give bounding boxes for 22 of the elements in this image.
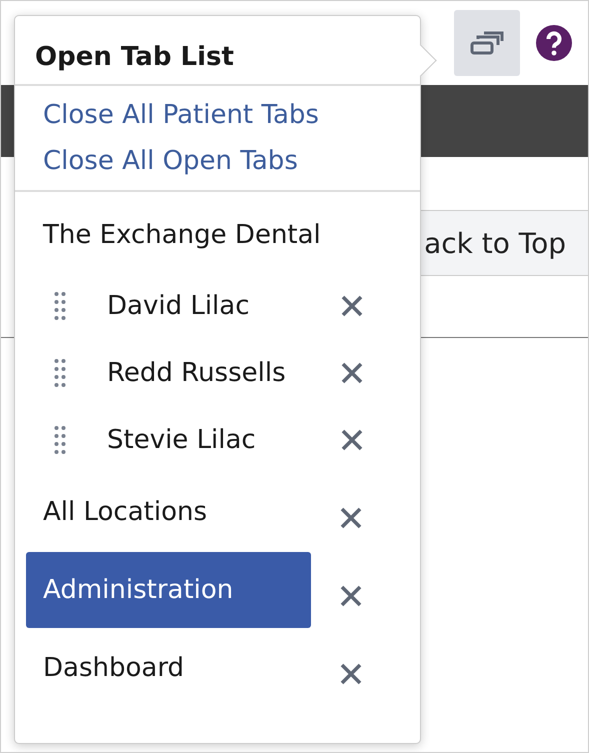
help-icon[interactable] — [536, 25, 572, 61]
open-tab[interactable]: All Locations — [26, 474, 311, 550]
close-tabs-link[interactable]: Close All Open Tabs — [43, 146, 298, 176]
patient-tab[interactable]: Redd Russells — [107, 358, 341, 388]
close-icon[interactable] — [340, 585, 362, 607]
stacked-windows-icon — [470, 31, 504, 55]
drag-handle-icon[interactable] — [54, 290, 66, 320]
tabs-button[interactable] — [454, 10, 520, 76]
open-tab[interactable]: Dashboard — [26, 630, 311, 706]
popover-title: Open Tab List — [15, 16, 420, 86]
location-label: The Exchange Dental — [43, 220, 321, 250]
drag-handle-icon[interactable] — [54, 424, 66, 454]
open-tab[interactable]: Administration — [26, 552, 311, 628]
patient-tab[interactable]: David Lilac — [107, 290, 341, 320]
close-tabs-link[interactable]: Close All Patient Tabs — [43, 100, 319, 130]
close-icon[interactable] — [341, 428, 363, 450]
drag-handle-icon[interactable] — [54, 358, 66, 388]
close-icon[interactable] — [341, 294, 363, 316]
close-icon[interactable] — [340, 507, 362, 529]
patient-tab[interactable]: Stevie Lilac — [107, 424, 341, 454]
close-icon[interactable] — [341, 362, 363, 384]
close-icon[interactable] — [340, 663, 362, 685]
